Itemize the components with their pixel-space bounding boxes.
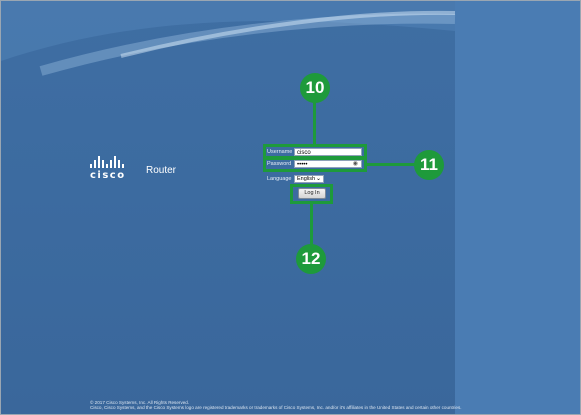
cisco-wordmark: cisco [90,170,126,181]
callout-step-10: 10 [300,73,330,103]
password-highlight [263,156,367,172]
chevron-down-icon: ⌄ [315,176,321,182]
login-highlight [290,184,333,204]
callout-connector-11 [366,163,416,166]
background-panel [455,1,580,414]
cisco-bars-icon [90,156,126,168]
callout-step-11: 11 [414,150,444,180]
language-value: English [297,176,316,182]
language-select[interactable]: English ⌄ [294,175,324,183]
footer: © 2017 Cisco Systems, Inc. All Rights Re… [90,400,462,411]
product-name: Router [146,165,177,176]
cisco-logo: cisco [90,156,126,181]
callout-connector-10 [313,101,316,145]
callout-step-12: 12 [296,244,326,274]
trademark-text: Cisco, Cisco Systems, and the Cisco Syst… [90,405,462,411]
language-label: Language [267,176,292,182]
login-page: cisco Router Username cisco Password •••… [0,0,581,415]
callout-connector-12 [310,203,313,245]
